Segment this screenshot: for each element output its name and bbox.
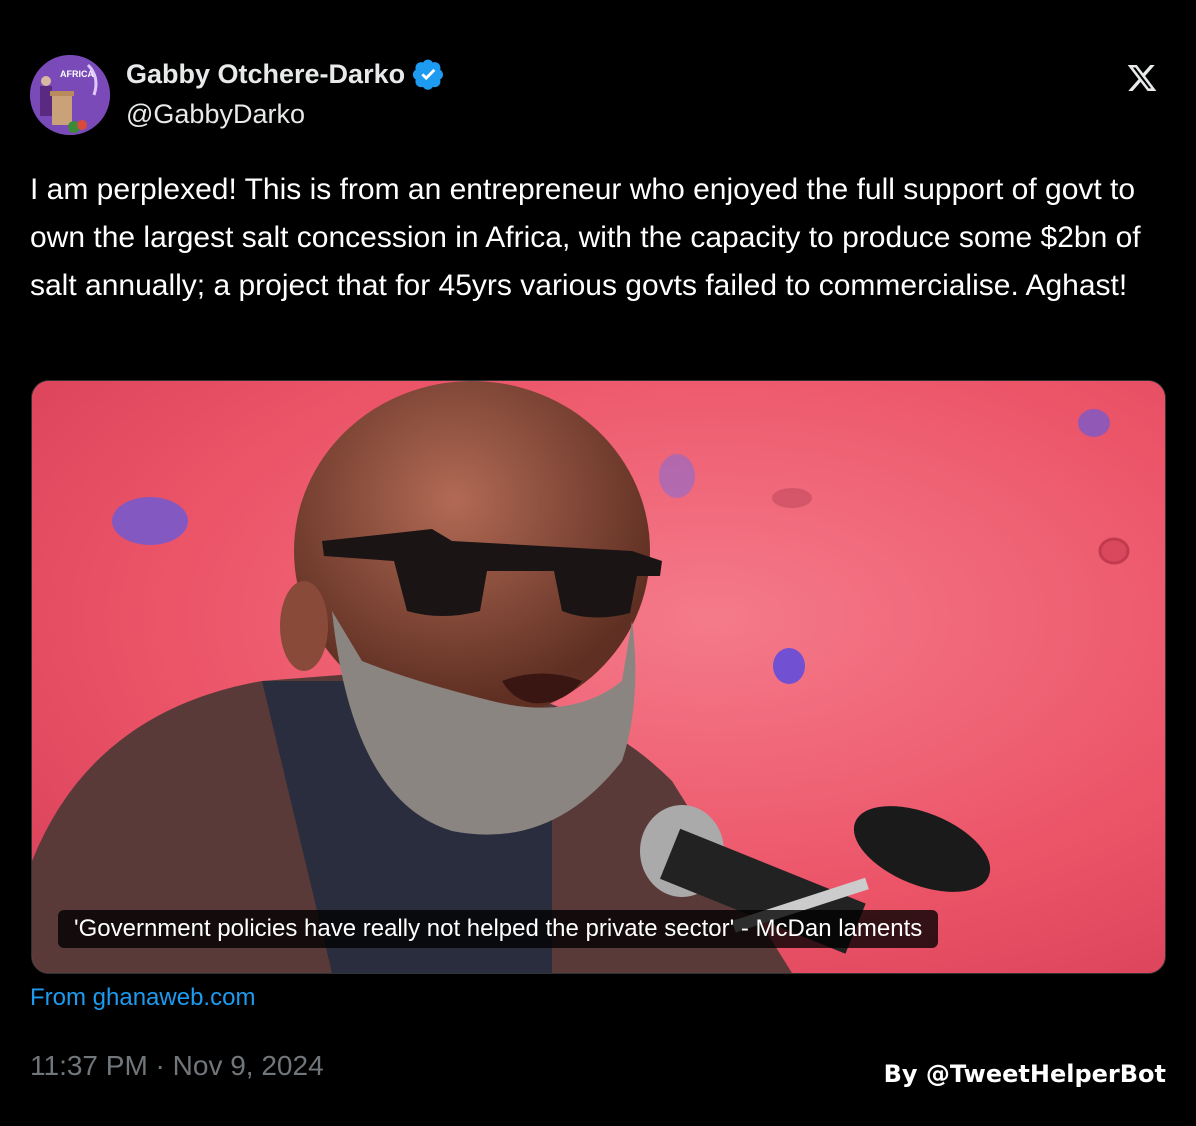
- x-logo-icon[interactable]: [1126, 62, 1158, 94]
- tweet-timestamp[interactable]: 11:37 PM · Nov 9, 2024: [30, 1050, 324, 1082]
- watermark: By @TweetHelperBot: [883, 1060, 1166, 1088]
- author-name[interactable]: Gabby Otchere-Darko: [126, 59, 405, 90]
- avatar-logo-text: AFRICA: [60, 69, 94, 79]
- man-speaking-at-microphone-photo: [32, 381, 1165, 973]
- verified-badge-icon: [413, 59, 444, 90]
- author-name-row[interactable]: Gabby Otchere-Darko: [126, 58, 445, 90]
- tweet-text: I am perplexed! This is from an entrepre…: [30, 173, 1141, 302]
- author-avatar[interactable]: AFRICA: [30, 55, 110, 135]
- link-card[interactable]: 'Government policies have really not hel…: [31, 380, 1166, 974]
- link-card-caption[interactable]: 'Government policies have really not hel…: [58, 910, 939, 948]
- author-handle[interactable]: @GabbyDarko: [126, 99, 305, 130]
- avatar-speaker-podium-icon: AFRICA: [30, 55, 110, 135]
- link-source[interactable]: From ghanaweb.com: [30, 984, 255, 1012]
